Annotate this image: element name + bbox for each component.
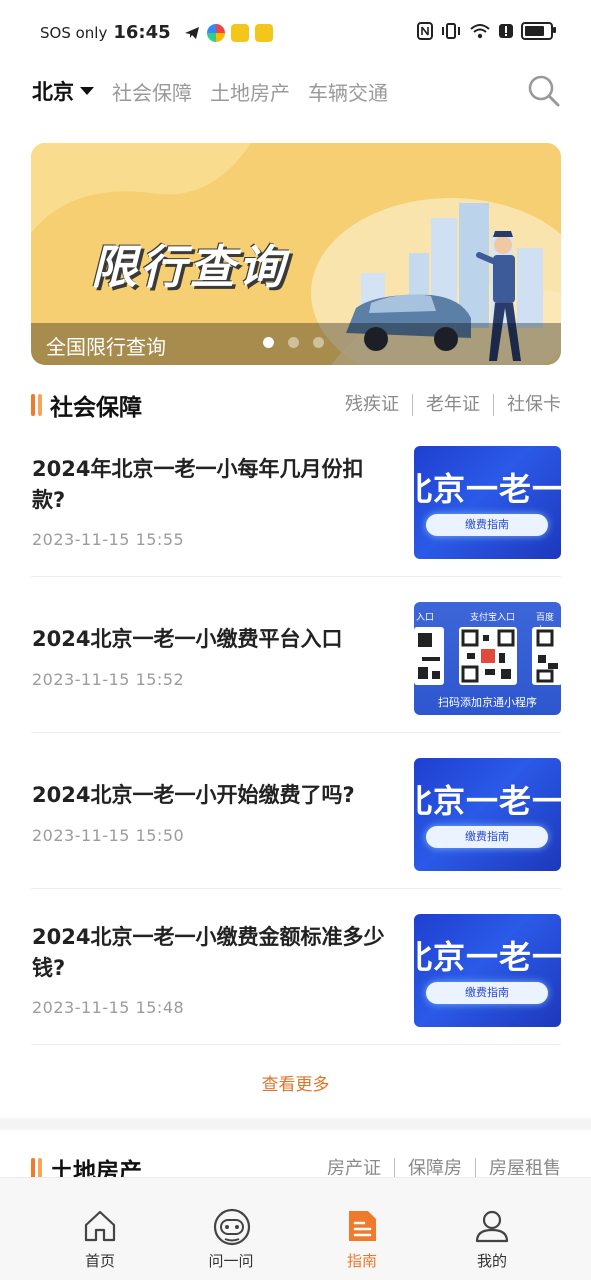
article-title: 2024年北京一老一小每年几月份扣款? [32, 457, 364, 512]
nav-guide[interactable]: 指南 [302, 1178, 422, 1280]
section-title: 社会保障 [50, 395, 142, 421]
alert-icon [499, 24, 513, 38]
clock: 16:45 [113, 22, 171, 43]
app-notification-icon [206, 23, 225, 42]
tab-vehicle[interactable]: 车辆交通 [308, 77, 388, 106]
app-notification-icon [230, 23, 249, 42]
article-thumbnail: 北京一老一小 缴费指南 [414, 758, 561, 871]
section-header-social: 社会保障 残疾证 老年证 社保卡 [31, 389, 561, 421]
banner-caption: 全国限行查询 [46, 335, 166, 359]
nav-ask[interactable]: 问一问 [171, 1178, 291, 1280]
article-item[interactable]: 2024北京一老一小缴费平台入口 2023-11-15 15:52 入口 支付宝… [31, 602, 561, 733]
nav-home[interactable]: 首页 [40, 1178, 160, 1280]
link-disability-card[interactable]: 残疾证 [332, 394, 412, 416]
banner-title: 限行查询 [91, 240, 287, 294]
search-icon[interactable] [527, 74, 561, 108]
caret-down-icon [80, 87, 94, 95]
wifi-icon [470, 24, 490, 39]
home-icon [84, 1210, 116, 1242]
status-bar: SOS only 16:45 [0, 0, 591, 64]
qr-code [414, 627, 444, 685]
telegram-icon [184, 26, 199, 39]
guide-icon [349, 1211, 376, 1241]
app-notification-icon [254, 23, 273, 42]
article-thumbnail: 北京一老一小 缴费指南 [414, 446, 561, 559]
battery-icon [521, 22, 556, 40]
vibrate-icon [442, 23, 460, 39]
carousel-dot[interactable] [313, 337, 324, 348]
carrier-text: SOS only [40, 23, 108, 42]
section-marker [31, 394, 42, 416]
section-divider [0, 1118, 591, 1130]
article-title: 2024北京一老一小缴费平台入口 [32, 627, 343, 651]
view-more-link[interactable]: 查看更多 [0, 1070, 591, 1095]
carousel-dot[interactable] [288, 337, 299, 348]
article-title: 2024北京一老一小缴费金额标准多少钱? [32, 925, 385, 980]
article-title: 2024北京一老一小开始缴费了吗? [32, 783, 355, 807]
article-thumbnail: 北京一老一小 缴费指南 [414, 914, 561, 1027]
carousel-dots [263, 337, 324, 348]
link-social-security-card[interactable]: 社保卡 [493, 394, 561, 416]
article-date: 2023-11-15 15:55 [32, 530, 185, 549]
user-icon [475, 1210, 509, 1243]
article-date: 2023-11-15 15:52 [32, 670, 185, 689]
article-item[interactable]: 2024年北京一老一小每年几月份扣款? 2023-11-15 15:55 北京一… [31, 446, 561, 577]
article-date: 2023-11-15 15:48 [32, 998, 185, 1017]
article-item[interactable]: 2024北京一老一小缴费金额标准多少钱? 2023-11-15 15:48 北京… [31, 914, 561, 1045]
carousel-dot[interactable] [263, 337, 274, 348]
qr-code [532, 627, 561, 685]
tab-social[interactable]: 社会保障 [112, 77, 192, 106]
tab-land[interactable]: 土地房产 [210, 77, 290, 106]
bottom-nav: 首页 问一问 指南 我的 [0, 1177, 591, 1280]
robot-icon [213, 1208, 251, 1246]
qr-code [459, 627, 517, 685]
top-nav: 北京 社会保障 土地房产 车辆交通 [32, 74, 561, 108]
nfc-icon [417, 22, 433, 40]
promo-banner[interactable]: 限行查询 全国限行查询 [31, 143, 561, 365]
article-date: 2023-11-15 15:50 [32, 826, 185, 845]
nav-mine[interactable]: 我的 [432, 1178, 552, 1280]
article-thumbnail: 入口 支付宝入口 百度小 扫码添加京通小程序 [414, 602, 561, 715]
article-item[interactable]: 2024北京一老一小开始缴费了吗? 2023-11-15 15:50 北京一老一… [31, 758, 561, 889]
city-selector[interactable]: 北京 [32, 76, 94, 106]
city-label: 北京 [32, 80, 74, 104]
link-senior-card[interactable]: 老年证 [412, 394, 493, 416]
